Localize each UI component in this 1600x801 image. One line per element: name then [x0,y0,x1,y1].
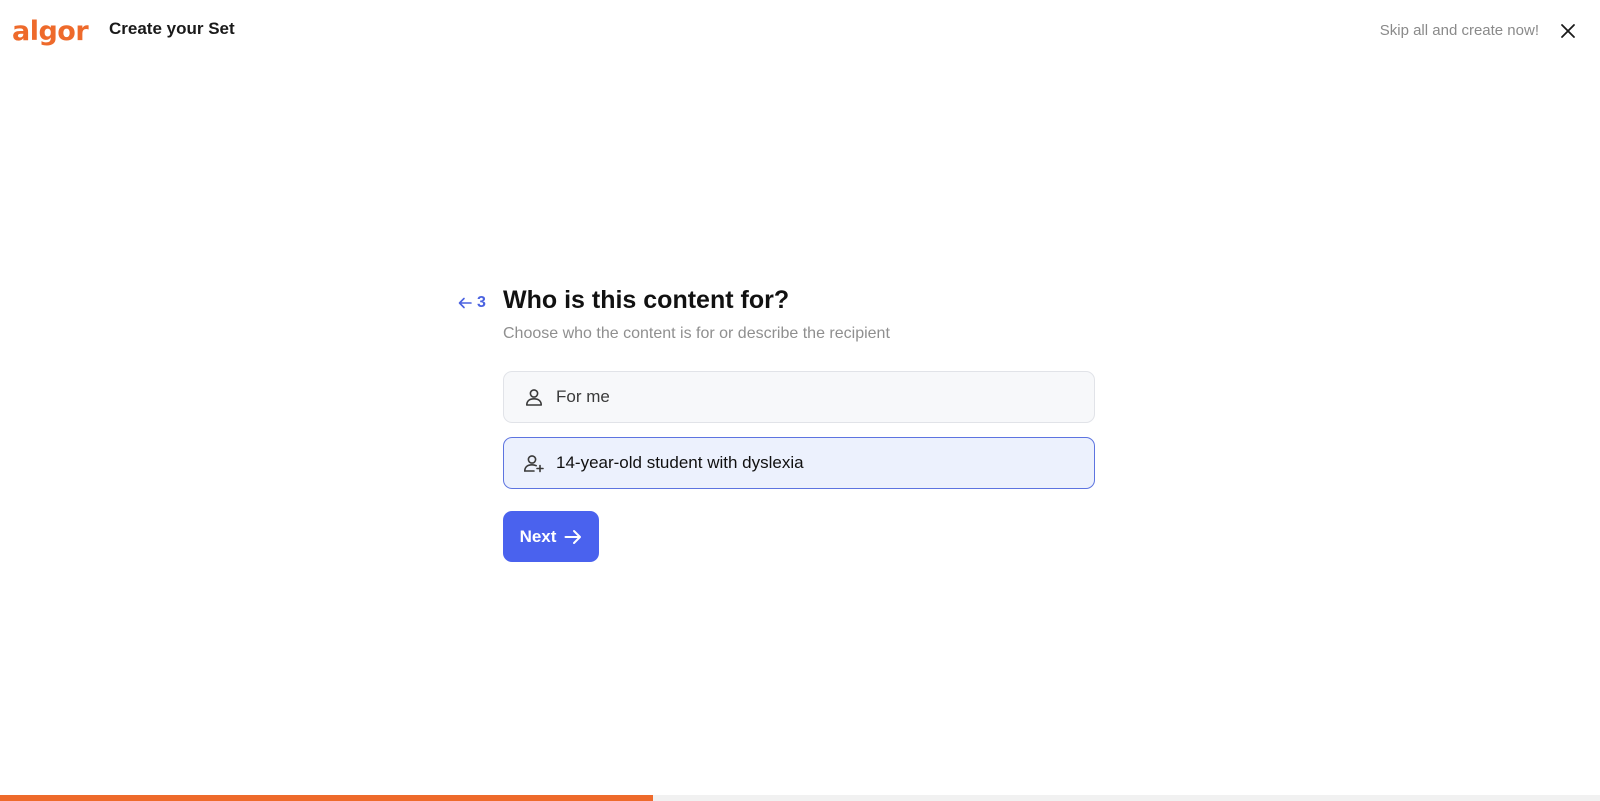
user-icon [522,385,546,409]
back-step-button[interactable]: 3 [458,294,486,312]
question-title: Who is this content for? [503,286,790,314]
option-label: For me [556,387,610,406]
close-icon [1561,24,1575,38]
next-button[interactable]: Next [503,511,599,562]
skip-all-link[interactable]: Skip all and create now! [1380,22,1539,39]
arrow-left-icon [458,297,472,309]
create-set-page: algor Create your Set Skip all and creat… [0,0,1600,801]
user-plus-icon [522,451,546,475]
question-subtitle: Choose who the content is for or describ… [503,325,890,342]
close-button[interactable] [1556,19,1580,43]
algor-logo[interactable]: algor [12,14,89,48]
option-label: 14-year-old student with dyslexia [556,453,804,472]
next-button-label: Next [519,526,557,546]
progress-track [0,795,1600,801]
step-number: 3 [477,294,486,311]
option-custom-recipient[interactable]: 14-year-old student with dyslexia [503,437,1095,489]
option-for-me[interactable]: For me [503,371,1095,423]
arrow-right-icon [564,529,582,544]
progress-fill [0,795,653,801]
page-title: Create your Set [109,19,235,38]
